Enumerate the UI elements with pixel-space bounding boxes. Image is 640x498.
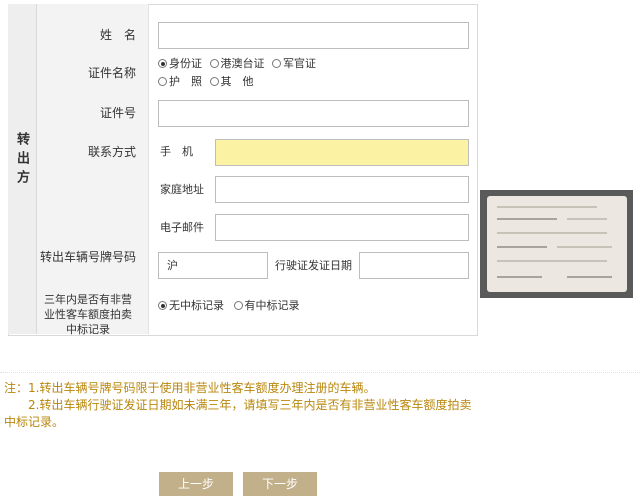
radio-icon (233, 301, 243, 310)
radio-icon (209, 59, 219, 68)
id-type-option-officer[interactable]: 军官证 (272, 57, 316, 70)
email-label: 电子邮件 (160, 221, 204, 234)
next-button[interactable]: 下一步 (243, 472, 317, 496)
mobile-label: 手 机 (160, 145, 193, 158)
radio-icon (158, 301, 167, 310)
divider (0, 372, 640, 373)
license-date-input[interactable] (359, 252, 469, 279)
id-type-option-other[interactable]: 其 他 (209, 75, 254, 88)
record-option-none[interactable]: 无中标记录 (158, 299, 224, 312)
id-type-option-passport[interactable]: 护 照 (158, 75, 202, 88)
id-type-label: 证件名称 (87, 66, 136, 80)
id-type-radio-group-row2: 护 照 其 他 (158, 75, 254, 89)
contact-label: 联系方式 (87, 145, 136, 159)
mobile-input[interactable] (215, 139, 469, 166)
notes: 注：1.转出车辆号牌号码限于使用非营业性客车额度办理注册的车辆。 2.转出车辆行… (4, 380, 474, 431)
id-type-radio-group-row1: 身份证 港澳台证 军官证 (158, 57, 316, 71)
plate-input[interactable]: 沪 (158, 252, 268, 279)
id-type-option-hkmo[interactable]: 港澳台证 (209, 57, 265, 70)
radio-icon (209, 77, 219, 86)
license-date-label: 行驶证发证日期 (275, 259, 352, 272)
side-title: 转出方 (14, 132, 29, 189)
id-number-input[interactable] (158, 100, 469, 127)
name-label: 姓 名 (99, 28, 136, 42)
plate-label: 转出车辆号牌号码 (40, 250, 137, 264)
record-label: 三年内是否有非营业性客车额度拍卖中标记录 (44, 293, 132, 336)
record-radio-group: 无中标记录 有中标记录 (158, 299, 300, 313)
labels-column (37, 4, 149, 334)
license-card-image (487, 196, 627, 292)
id-number-label: 证件号 (99, 106, 136, 120)
radio-icon (158, 77, 167, 86)
id-type-option-idcard[interactable]: 身份证 (158, 57, 202, 70)
note-line-2: 2.转出车辆行驶证发证日期如未满三年，请填写三年内是否有非营业性客车额度拍卖中标… (4, 398, 472, 429)
email-input[interactable] (215, 214, 469, 241)
home-address-input[interactable] (215, 176, 469, 203)
radio-icon (272, 59, 281, 68)
home-address-label: 家庭地址 (160, 183, 204, 196)
prev-button[interactable]: 上一步 (159, 472, 233, 496)
record-option-yes[interactable]: 有中标记录 (233, 299, 300, 312)
name-input[interactable] (158, 22, 469, 49)
note-line-1: 注：1.转出车辆号牌号码限于使用非营业性客车额度办理注册的车辆。 (4, 381, 376, 395)
radio-icon (158, 59, 167, 68)
